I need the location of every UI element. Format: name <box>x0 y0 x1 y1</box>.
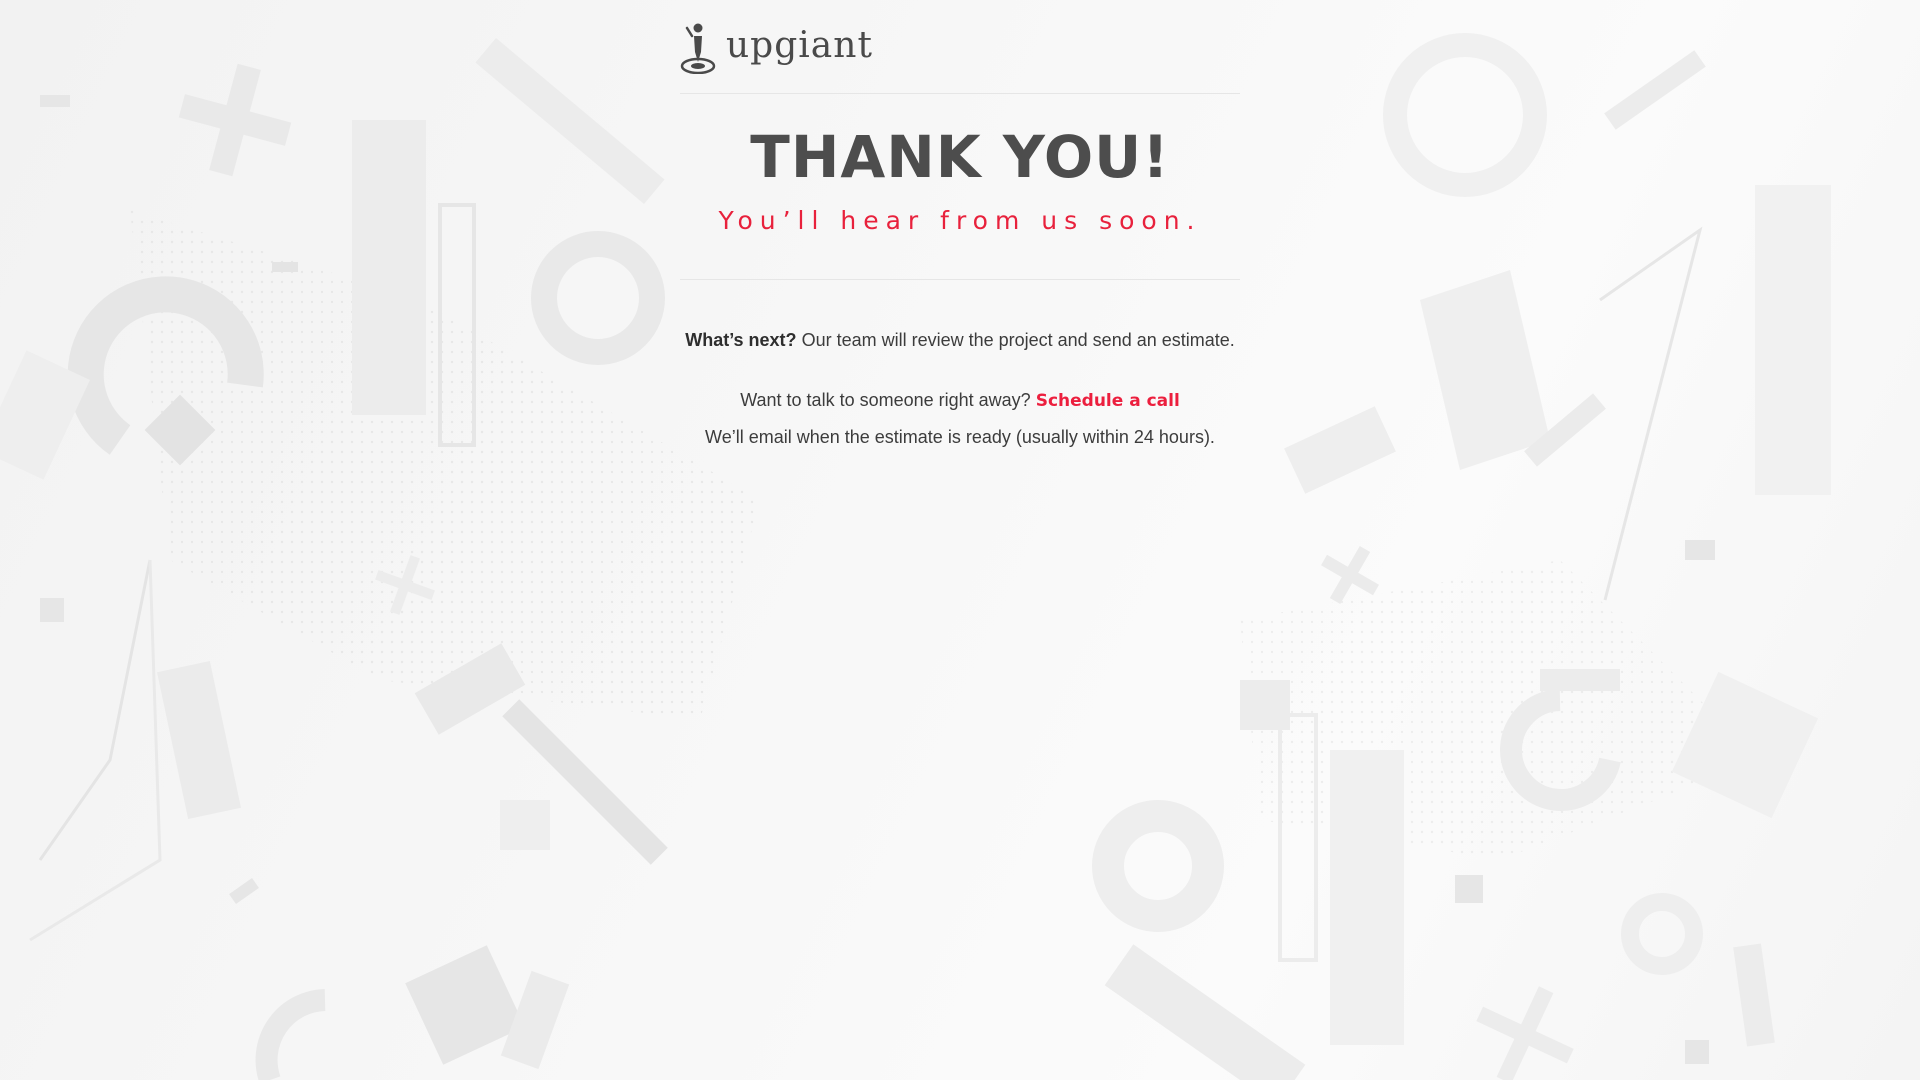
next-steps-section: What’s next? Our team will review the pr… <box>680 280 1240 455</box>
page-subtitle: You’ll hear from us soon. <box>718 206 1202 235</box>
site-header: upgiant <box>680 0 1240 94</box>
contact-prompt: Want to talk to someone right away? <box>740 390 1031 410</box>
next-steps-label: What’s next? <box>685 330 797 350</box>
thank-you-hero: THANK YOU! You’ll hear from us soon. <box>680 94 1240 280</box>
page-title: THANK YOU! <box>750 123 1170 191</box>
person-target-icon <box>680 23 716 74</box>
schedule-call-link[interactable]: Schedule a call <box>1036 391 1180 411</box>
estimate-note: We’ll email when the estimate is ready (… <box>705 427 1215 447</box>
next-steps-line: What’s next? Our team will review the pr… <box>680 322 1240 358</box>
next-steps-text: Our team will review the project and sen… <box>801 330 1235 350</box>
brand-name: upgiant <box>726 25 873 66</box>
contact-line: Want to talk to someone right away? Sche… <box>680 382 1240 419</box>
confirmation-panel: upgiant THANK YOU! You’ll hear from us s… <box>680 0 1240 455</box>
brand-logo[interactable]: upgiant <box>680 22 873 74</box>
